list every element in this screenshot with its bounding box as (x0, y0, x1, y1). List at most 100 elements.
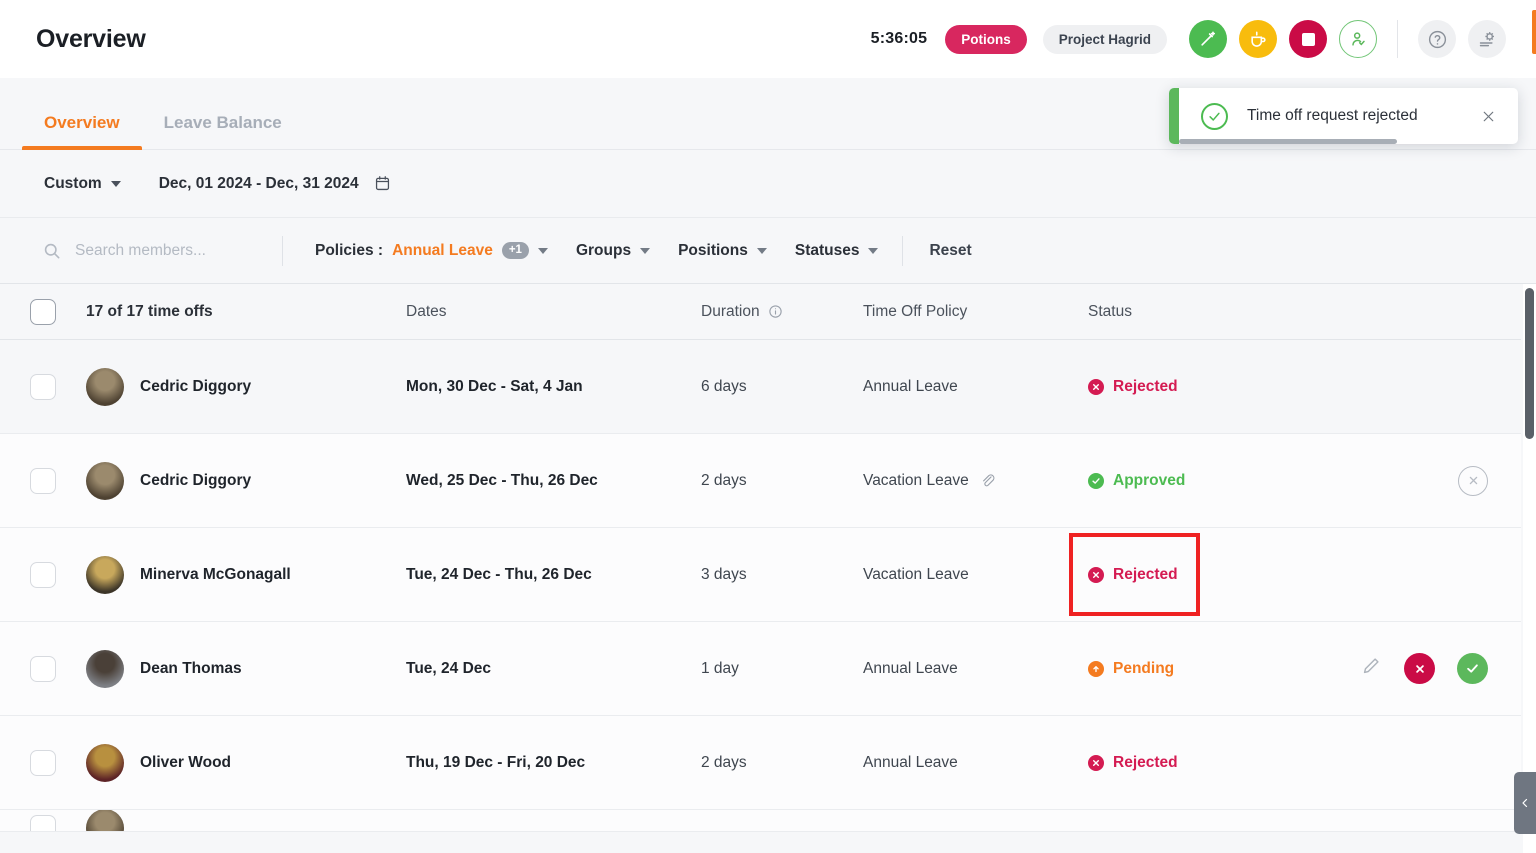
status-cell: Pending (1088, 660, 1338, 678)
row-checkbox[interactable] (30, 468, 56, 494)
table-row[interactable]: Oliver WoodThu, 19 Dec - Fri, 20 Dec2 da… (0, 716, 1521, 810)
policy-cell: Vacation Leave (863, 472, 1088, 490)
duration-text: 3 days (701, 566, 747, 584)
table-header-policy[interactable]: Time Off Policy (863, 303, 1088, 321)
status-badge: Rejected (1088, 566, 1338, 584)
table-header-dates[interactable]: Dates (406, 303, 701, 321)
row-checkbox[interactable] (30, 815, 56, 833)
time-off-count-label: 17 of 17 time offs (86, 303, 213, 321)
page-title: Overview (36, 25, 146, 54)
tab-leave-balance[interactable]: Leave Balance (142, 113, 304, 149)
table-header-duration[interactable]: Duration (701, 303, 863, 321)
table-row[interactable]: Dean ThomasTue, 24 Dec1 dayAnnual LeaveP… (0, 622, 1521, 716)
duration-text: 2 days (701, 754, 747, 772)
duration-cell: 1 day (701, 660, 863, 678)
column-label-policy: Time Off Policy (863, 303, 967, 321)
toast-accent-strip (1532, 10, 1536, 54)
attendance-button[interactable] (1339, 20, 1377, 58)
vertical-scrollbar-thumb[interactable] (1525, 288, 1534, 439)
member-cell: Oliver Wood (86, 744, 406, 782)
date-range-bar: Custom Dec, 01 2024 - Dec, 31 2024 (0, 150, 1536, 218)
calendar-icon (373, 174, 392, 193)
edit-request-button[interactable] (1360, 655, 1382, 682)
reset-filters-button[interactable]: Reset (903, 242, 971, 260)
avatar[interactable] (86, 650, 124, 688)
duration-cell: 6 days (701, 378, 863, 396)
filter-groups[interactable]: Groups (562, 242, 664, 260)
tab-overview[interactable]: Overview (22, 113, 142, 149)
policy-text: Annual Leave (863, 378, 958, 396)
policy-cell: Annual Leave (863, 378, 1088, 396)
avatar[interactable] (86, 368, 124, 406)
table-row[interactable]: Cedric Diggory Wed, 25 Dec - Thu, 26 Dec 2… (0, 434, 1521, 528)
status-cell: Rejected (1088, 566, 1338, 584)
row-checkbox[interactable] (30, 374, 56, 400)
current-project-pill[interactable]: Project Hagrid (1043, 25, 1167, 54)
table-row[interactable]: Cedric DiggoryMon, 30 Dec - Sat, 4 Jan6 … (0, 340, 1521, 434)
duration-text: 2 days (701, 472, 747, 490)
header-right-cluster: 5:36:05 Potions Project Hagrid (871, 20, 1506, 58)
toast-progress-bar (1179, 139, 1397, 144)
member-name: Cedric Diggory (140, 472, 251, 490)
filter-policies[interactable]: Policies : Annual Leave +1 (301, 242, 562, 260)
table-header-row: 17 of 17 time offs Dates Duration Time O… (0, 284, 1521, 340)
filter-dropdowns: Policies : Annual Leave +1 Groups Positi… (301, 242, 892, 260)
filter-groups-label: Groups (576, 242, 631, 260)
filter-policies-label: Policies : (315, 242, 383, 260)
status-icon (1088, 567, 1104, 583)
track-time-button[interactable] (1189, 20, 1227, 58)
table-header-count: 17 of 17 time offs (86, 303, 406, 321)
avatar[interactable] (86, 462, 124, 500)
question-mark-icon (1427, 29, 1448, 50)
side-panel-toggle[interactable] (1514, 772, 1536, 834)
row-checkbox[interactable] (30, 656, 56, 682)
status-cell: Rejected (1088, 378, 1338, 396)
checkmark-icon (1465, 661, 1480, 676)
current-task-pill[interactable]: Potions (945, 25, 1027, 54)
cancel-request-button[interactable] (1458, 466, 1488, 496)
calendar-picker-button[interactable] (373, 174, 392, 193)
policy-cell: Annual Leave (863, 754, 1088, 772)
date-range-text: Tue, 24 Dec - Thu, 26 Dec (406, 566, 592, 583)
duration-text: 1 day (701, 660, 739, 678)
table-row[interactable] (0, 810, 1521, 832)
info-icon[interactable] (768, 304, 783, 319)
reject-request-button[interactable] (1404, 653, 1435, 684)
row-actions-cell (1338, 653, 1521, 684)
chevron-down-icon (757, 248, 767, 254)
stop-button[interactable] (1289, 20, 1327, 58)
policy-cell: Annual Leave (863, 660, 1088, 678)
toast-close-button[interactable] (1480, 108, 1497, 125)
row-select-cell (0, 810, 86, 832)
date-range-text: Wed, 25 Dec - Thu, 26 Dec (406, 472, 598, 489)
row-checkbox[interactable] (30, 562, 56, 588)
date-range-value[interactable]: Dec, 01 2024 - Dec, 31 2024 (159, 175, 359, 193)
filter-statuses[interactable]: Statuses (781, 242, 893, 260)
settings-button[interactable] (1468, 20, 1506, 58)
member-name: Cedric Diggory (140, 378, 251, 396)
avatar[interactable] (86, 744, 124, 782)
row-checkbox[interactable] (30, 750, 56, 776)
status-badge: Pending (1088, 660, 1338, 678)
status-icon (1088, 379, 1104, 395)
status-icon (1088, 755, 1104, 771)
search-members-field[interactable]: Search members... (42, 241, 282, 261)
avatar[interactable] (86, 556, 124, 594)
filter-positions[interactable]: Positions (664, 242, 781, 260)
approve-request-button[interactable] (1457, 653, 1488, 684)
status-label: Pending (1113, 660, 1174, 678)
break-button[interactable] (1239, 20, 1277, 58)
select-all-checkbox[interactable] (30, 299, 56, 325)
chevron-left-icon (1519, 797, 1531, 809)
status-label: Rejected (1113, 566, 1178, 584)
table-row[interactable]: Minerva McGonagallTue, 24 Dec - Thu, 26 … (0, 528, 1521, 622)
attachment-icon[interactable] (979, 472, 996, 489)
table-header-status[interactable]: Status (1088, 303, 1338, 321)
stop-square-icon (1302, 33, 1315, 46)
member-name: Dean Thomas (140, 660, 242, 678)
help-button[interactable] (1418, 20, 1456, 58)
range-preset-dropdown[interactable]: Custom (44, 175, 121, 193)
avatar[interactable] (86, 810, 124, 832)
top-header: Overview 5:36:05 Potions Project Hagrid (0, 0, 1536, 78)
policy-text: Vacation Leave (863, 566, 969, 584)
